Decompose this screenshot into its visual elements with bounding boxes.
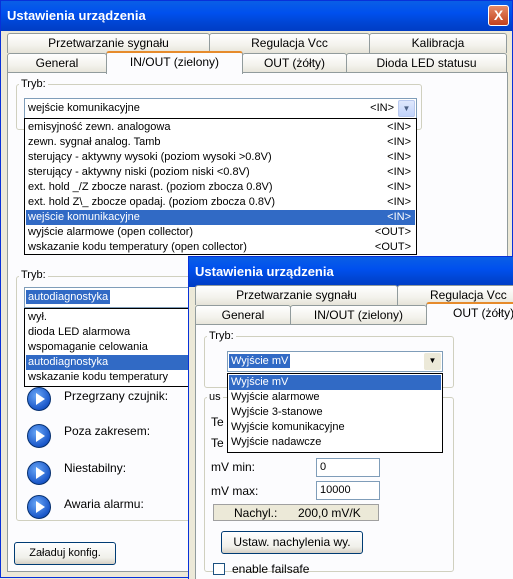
mode-dropdown-list-2: Wyjście mV Wyjście alarmowe Wyjście 3-st… [227, 373, 443, 453]
tab-signal-processing[interactable]: Przetwarzanie sygnału [7, 33, 210, 53]
list-item[interactable]: sterujący - aktywny wysoki (poziom wysok… [26, 150, 415, 165]
tab-general[interactable]: General [7, 53, 107, 73]
mv-max-field[interactable]: 10000 [316, 481, 380, 500]
list-item[interactable]: Wyjście 3-stanowe [229, 405, 441, 420]
alarm-failure-indicator-icon [27, 495, 51, 519]
mode-select-2-value: Wyjście mV [229, 354, 291, 368]
mode-dropdown-list: emisyjność zewn. analogowa <IN> zewn. syg… [24, 118, 417, 255]
list-item[interactable]: ext. hold _/Z zbocze narast. (poziom zbo… [26, 180, 415, 195]
failsafe-checkbox[interactable] [213, 563, 225, 575]
list-item[interactable]: Wyjście alarmowe [229, 390, 441, 405]
list-item-selected[interactable]: wejście komunikacyjne <IN> [26, 210, 415, 225]
list-item[interactable]: ext. hold Z\_ zbocze opadaj. (poziom zbo… [26, 195, 415, 210]
list-item-selected[interactable]: Wyjście mV [229, 375, 441, 390]
tab-status-led[interactable]: Dioda LED statusu [346, 53, 507, 73]
list-item[interactable]: Wyjście komunikacyjne [229, 420, 441, 435]
list-item[interactable]: emisyjność zewn. analogowa <IN> [26, 120, 415, 135]
unstable-indicator-icon [27, 461, 51, 485]
overheat-label: Przegrzany czujnik: [64, 389, 169, 403]
out-of-range-indicator-icon [27, 424, 51, 448]
tab2-general[interactable]: General [195, 305, 291, 325]
slope-label: Nachyl.: [234, 506, 278, 520]
mode-select-2[interactable]: Wyjście mV ▼ [227, 351, 443, 372]
tab-calibration[interactable]: Kalibracja [369, 33, 507, 53]
list-item[interactable]: dioda LED alarmowa [26, 325, 194, 340]
failsafe-label: enable failsafe [232, 562, 310, 576]
mode-select-value: wejście komunikacyjne [28, 102, 140, 114]
settings-window-overlay: Ustawienia urządzenia Przetwarzanie sygn… [188, 256, 513, 579]
window2-title: Ustawienia urządzenia [189, 257, 513, 287]
out-of-range-label: Poza zakresem: [64, 424, 151, 438]
tab-inout-green[interactable]: IN/OUT (zielony) [106, 51, 243, 74]
output-settings-label: us [207, 391, 223, 403]
unstable-label: Niestabilny: [64, 461, 127, 475]
list-item[interactable]: wspomaganie celowania [26, 340, 194, 355]
alarm-failure-label: Awaria alarmu: [64, 497, 144, 511]
list-item[interactable]: wskazanie kodu temperatury [26, 370, 194, 385]
mode2-dropdown-list: wył. dioda LED alarmowa wspomaganie celo… [24, 308, 196, 387]
mode2-select[interactable]: autodiagnostyka [24, 287, 196, 308]
mv-max-label: mV max: [211, 484, 259, 498]
tab2-signal-processing[interactable]: Przetwarzanie sygnału [195, 285, 398, 305]
mode-select-suffix: <IN> [370, 102, 394, 114]
chevron-down-icon[interactable]: ▼ [424, 353, 441, 370]
te-label-2: Te [211, 436, 224, 450]
list-item-selected[interactable]: autodiagnostyka [26, 355, 194, 370]
window-title: Ustawienia urządzenia [1, 1, 512, 31]
mode-label: Tryb: [19, 78, 48, 90]
list-item[interactable]: Wyjście nadawcze [229, 435, 441, 450]
slope-display: Nachyl.: 200,0 mV/K [213, 504, 379, 521]
mode2-label: Tryb: [19, 269, 48, 281]
list-item[interactable]: wskazanie kodu temperatury (open collect… [26, 240, 415, 255]
tab-out-yellow[interactable]: OUT (żółty) [242, 53, 347, 73]
chevron-down-icon[interactable]: ▼ [398, 100, 415, 117]
list-item[interactable]: sterujący - aktywny niski (poziom niski … [26, 165, 415, 180]
close-icon[interactable]: X [488, 5, 509, 26]
list-item[interactable]: wył. [26, 310, 194, 325]
list-item[interactable]: wyjście alarmowe (open collector) <OUT> [26, 225, 415, 240]
tab-vcc-regulation[interactable]: Regulacja Vcc [209, 33, 370, 53]
overheat-indicator-icon [27, 387, 51, 411]
mv-min-label: mV min: [211, 460, 256, 474]
te-label-1: Te [211, 415, 224, 429]
mode-select[interactable]: wejście komunikacyjne <IN> ▼ [24, 98, 417, 119]
tab2-inout-green[interactable]: IN/OUT (zielony) [290, 305, 427, 325]
slope-value: 200,0 mV/K [298, 506, 361, 520]
list-item[interactable]: zewn. sygnał analog. Tamb <IN> [26, 135, 415, 150]
mode-label-2: Tryb: [207, 330, 236, 342]
tab2-out-yellow[interactable]: OUT (żółty) [426, 302, 513, 325]
set-slope-button[interactable]: Ustaw. nachylenia wy. [221, 531, 363, 554]
mode2-select-value: autodiagnostyka [26, 290, 111, 304]
load-config-button[interactable]: Załaduj konfig. [14, 542, 116, 565]
mv-min-field[interactable]: 0 [316, 458, 380, 477]
